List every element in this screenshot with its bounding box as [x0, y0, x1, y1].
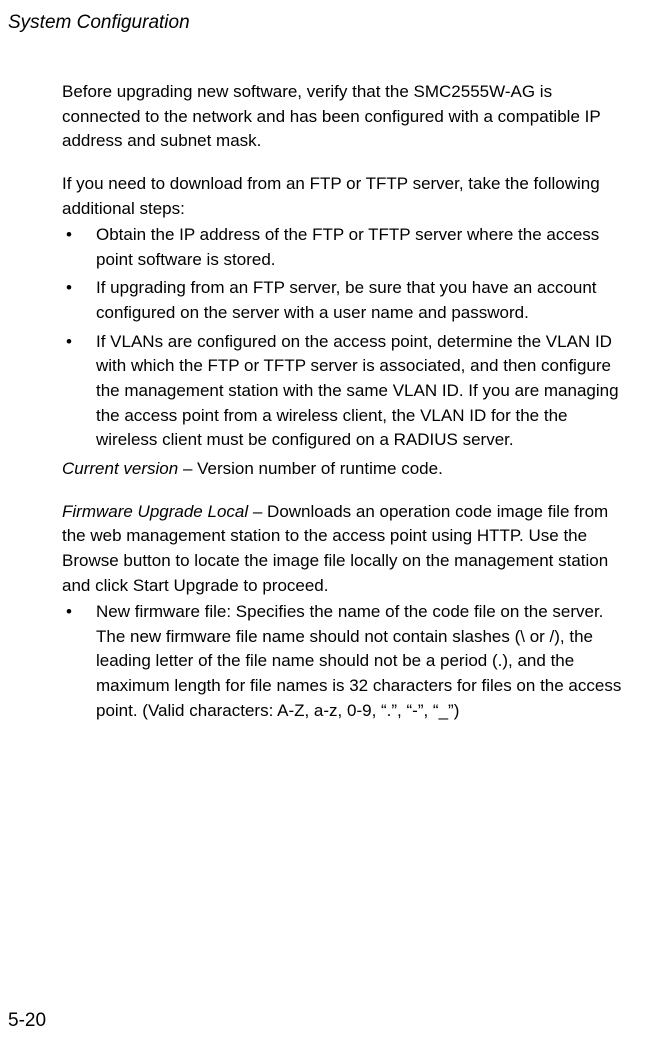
- list-item: New firmware file: Specifies the name of…: [62, 600, 631, 723]
- bullet-list-steps: Obtain the IP address of the FTP or TFTP…: [62, 223, 631, 453]
- firmware-upgrade-label: Firmware Upgrade Local: [62, 502, 248, 521]
- paragraph-firmware-upgrade: Firmware Upgrade Local – Downloads an op…: [62, 500, 631, 599]
- list-item: If upgrading from an FTP server, be sure…: [62, 276, 631, 325]
- list-item: If VLANs are configured on the access po…: [62, 330, 631, 453]
- current-version-label: Current version: [62, 459, 178, 478]
- paragraph-ftp-intro: If you need to download from an FTP or T…: [62, 172, 631, 221]
- page-number: 5-20: [8, 1010, 46, 1032]
- page-header: System Configuration: [8, 12, 190, 34]
- list-item: Obtain the IP address of the FTP or TFTP…: [62, 223, 631, 272]
- page-content: Before upgrading new software, verify th…: [62, 80, 631, 727]
- paragraph-current-version: Current version – Version number of runt…: [62, 457, 631, 482]
- paragraph-intro: Before upgrading new software, verify th…: [62, 80, 631, 154]
- current-version-text: – Version number of runtime code.: [178, 459, 443, 478]
- bullet-list-firmware: New firmware file: Specifies the name of…: [62, 600, 631, 723]
